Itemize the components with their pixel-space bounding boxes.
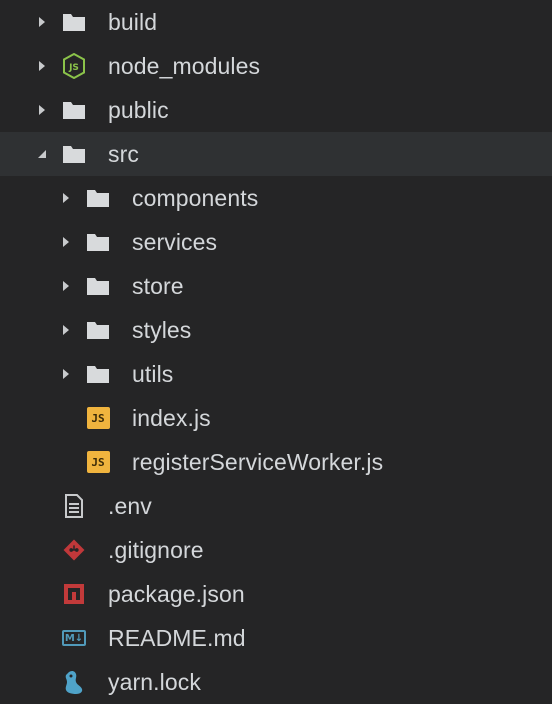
chevron-right-icon[interactable] bbox=[61, 236, 71, 248]
folder-icon bbox=[86, 362, 110, 386]
javascript-icon: JS bbox=[86, 406, 110, 430]
tree-item-env[interactable]: .env bbox=[0, 484, 552, 528]
tree-item-label: styles bbox=[132, 316, 192, 343]
nodejs-icon: JS bbox=[62, 53, 86, 79]
chevron-right-icon[interactable] bbox=[37, 60, 47, 72]
markdown-icon: M↓ bbox=[62, 626, 86, 650]
tree-item-index-js[interactable]: JS index.js bbox=[0, 396, 552, 440]
tree-item-label: index.js bbox=[132, 404, 211, 431]
tree-item-label: src bbox=[108, 140, 139, 167]
tree-item-yarn-lock[interactable]: yarn.lock bbox=[0, 660, 552, 704]
chevron-right-icon[interactable] bbox=[61, 368, 71, 380]
tree-item-node-modules[interactable]: JS node_modules bbox=[0, 44, 552, 88]
tree-item-styles[interactable]: styles bbox=[0, 308, 552, 352]
tree-item-register-service-worker-js[interactable]: JS registerServiceWorker.js bbox=[0, 440, 552, 484]
folder-icon bbox=[62, 10, 86, 34]
folder-icon bbox=[86, 230, 110, 254]
folder-open-icon bbox=[62, 142, 86, 166]
chevron-down-icon[interactable] bbox=[37, 148, 47, 160]
tree-item-utils[interactable]: utils bbox=[0, 352, 552, 396]
chevron-right-icon[interactable] bbox=[37, 16, 47, 28]
yarn-icon bbox=[62, 670, 86, 694]
tree-item-label: .gitignore bbox=[108, 536, 204, 563]
tree-item-label: node_modules bbox=[108, 52, 261, 79]
folder-icon bbox=[86, 274, 110, 298]
tree-item-gitignore[interactable]: .gitignore bbox=[0, 528, 552, 572]
js-badge: JS bbox=[86, 451, 110, 473]
tree-item-label: services bbox=[132, 228, 218, 255]
tree-item-label: store bbox=[132, 272, 184, 299]
folder-icon bbox=[86, 318, 110, 342]
tree-item-label: build bbox=[108, 8, 158, 35]
tree-item-label: components bbox=[132, 184, 259, 211]
tree-item-build[interactable]: build bbox=[0, 0, 552, 44]
npm-icon bbox=[62, 582, 86, 606]
tree-item-label: .env bbox=[108, 492, 152, 519]
chevron-right-icon[interactable] bbox=[61, 192, 71, 204]
tree-item-package-json[interactable]: package.json bbox=[0, 572, 552, 616]
folder-icon bbox=[86, 186, 110, 210]
tree-item-readme-md[interactable]: M↓ README.md bbox=[0, 616, 552, 660]
tree-item-label: utils bbox=[132, 360, 174, 387]
svg-text:JS: JS bbox=[68, 63, 79, 73]
tree-item-label: yarn.lock bbox=[108, 668, 201, 695]
tree-item-label: package.json bbox=[108, 580, 245, 607]
chevron-right-icon[interactable] bbox=[37, 104, 47, 116]
folder-icon bbox=[62, 98, 86, 122]
js-badge: JS bbox=[86, 407, 110, 429]
tree-item-services[interactable]: services bbox=[0, 220, 552, 264]
markdown-badge: M↓ bbox=[62, 630, 86, 646]
tree-item-store[interactable]: store bbox=[0, 264, 552, 308]
chevron-right-icon[interactable] bbox=[61, 324, 71, 336]
document-icon bbox=[62, 494, 86, 518]
git-icon bbox=[62, 538, 86, 562]
tree-item-label: README.md bbox=[108, 624, 246, 651]
file-explorer-tree: build JS node_modules public src compone… bbox=[0, 0, 552, 704]
javascript-icon: JS bbox=[86, 450, 110, 474]
chevron-right-icon[interactable] bbox=[61, 280, 71, 292]
tree-item-src[interactable]: src bbox=[0, 132, 552, 176]
tree-item-label: public bbox=[108, 96, 169, 123]
tree-item-components[interactable]: components bbox=[0, 176, 552, 220]
tree-item-label: registerServiceWorker.js bbox=[132, 448, 384, 475]
tree-item-public[interactable]: public bbox=[0, 88, 552, 132]
